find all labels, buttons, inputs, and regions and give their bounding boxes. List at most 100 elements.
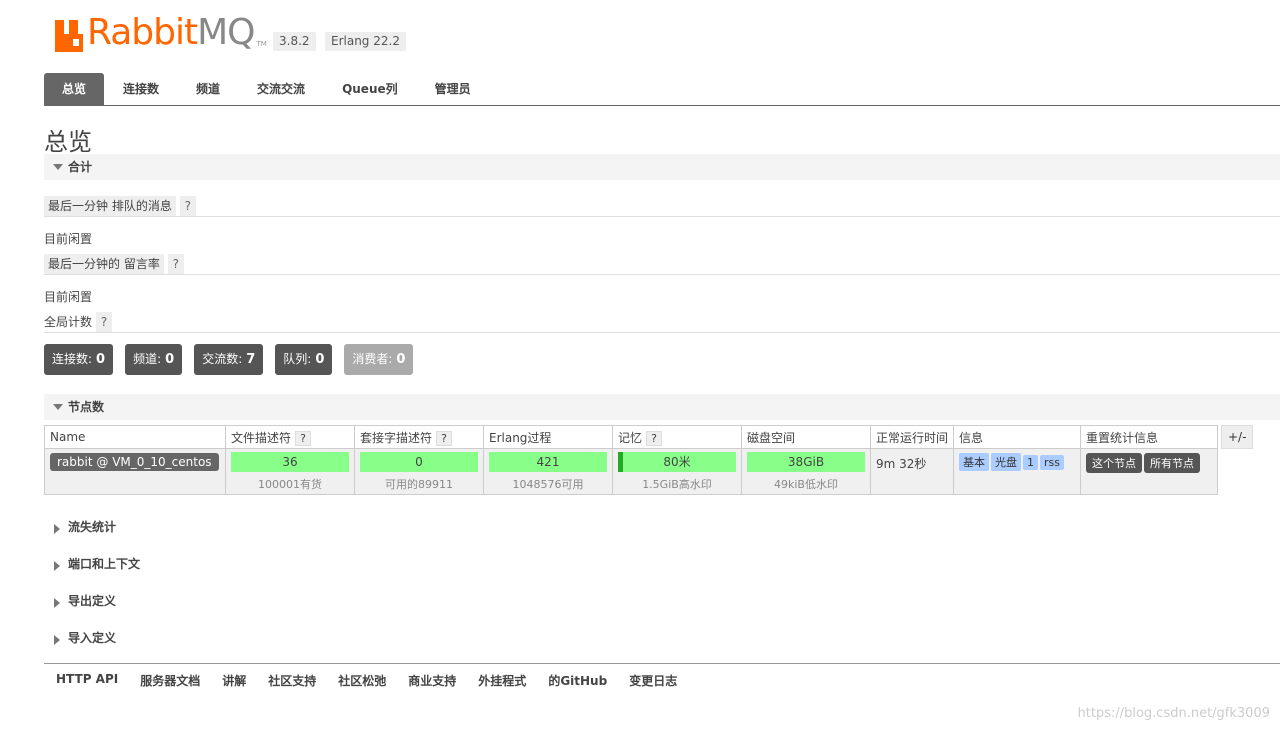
queued-idle-text: 目前闲置: [44, 232, 93, 246]
global-counts-header: 全局计数?: [44, 312, 1280, 333]
footer-link-commercial-support[interactable]: 商业支持: [408, 672, 456, 689]
message-rates-label: 最后一分钟的 留言率: [44, 254, 164, 274]
import-definitions-toggle[interactable]: 导入定义: [44, 628, 116, 648]
footer-link-server-docs[interactable]: 服务器文档: [140, 672, 200, 689]
col-erlang-processes: Erlang过程: [483, 425, 613, 449]
count-queues[interactable]: 队列: 0: [275, 344, 333, 375]
footer-link-plugins[interactable]: 外挂程式: [478, 672, 526, 689]
tab-admin[interactable]: 管理员: [417, 73, 489, 105]
erlang-bar: 421: [489, 452, 607, 472]
expand-triangle-icon: [54, 598, 60, 608]
footer-link-http-api[interactable]: HTTP API: [56, 672, 118, 689]
global-counts: 连接数: 0 频道: 0 交流数: 7 队列: 0 消费者: 0: [44, 344, 414, 375]
help-icon[interactable]: ?: [295, 430, 312, 446]
tab-overview[interactable]: 总览: [44, 73, 105, 105]
logo-text: RabbitMQ: [87, 12, 256, 53]
memory-watermark: 1.5GiB高水印: [642, 478, 712, 491]
memory-usage-marker: [618, 452, 623, 472]
sockets-bar: 0: [360, 452, 478, 472]
version-badge: 3.8.2: [273, 32, 316, 51]
footer-link-community-slack[interactable]: 社区松弛: [338, 672, 386, 689]
rates-idle-text: 目前闲置: [44, 290, 93, 304]
totals-section-title: 合计: [68, 160, 93, 174]
erlang-available: 1048576可用: [512, 478, 584, 491]
main-nav-tabs: 总览 连接数 频道 交流交流 Queue列 管理员: [44, 73, 1280, 106]
info-cell: 基本 光盘 1 rss: [953, 448, 1082, 495]
col-socket-descriptors: 套接字描述符?: [354, 425, 484, 449]
queued-messages-label: 最后一分钟 排队的消息: [44, 196, 176, 216]
rabbitmq-logo-icon: [55, 20, 83, 52]
help-icon[interactable]: ?: [646, 430, 663, 446]
nodes-section-title: 节点数: [68, 400, 105, 414]
tab-connections[interactable]: 连接数: [105, 73, 177, 105]
watermark-text: https://blog.csdn.net/gfk3009: [1077, 706, 1271, 721]
footer-link-tutorials[interactable]: 讲解: [222, 672, 246, 689]
footer-divider: [44, 663, 1280, 664]
collapse-triangle-icon: [53, 164, 63, 170]
col-name: Name: [44, 425, 226, 449]
sockets-cell: 0 可用的89911: [354, 448, 484, 495]
queued-messages-header: 最后一分钟 排队的消息?: [44, 196, 1280, 217]
memory-bar: 80米: [618, 452, 736, 472]
info-tag-disc[interactable]: 光盘: [991, 453, 1022, 471]
nodes-table: Name 文件描述符? 套接字描述符? Erlang过程 记忆? 磁盘空间 正常…: [44, 425, 1219, 495]
logo-trademark: TM: [256, 40, 267, 48]
uptime-value: 9m 32秒: [876, 457, 927, 471]
col-file-descriptors: 文件描述符?: [225, 425, 355, 449]
reset-this-node-button[interactable]: 这个节点: [1086, 453, 1143, 473]
count-channels[interactable]: 频道: 0: [125, 344, 183, 375]
ports-contexts-toggle[interactable]: 端口和上下文: [44, 554, 140, 574]
collapse-triangle-icon: [53, 404, 63, 410]
global-counts-label: 全局计数: [44, 315, 93, 329]
info-tag-rss[interactable]: rss: [1040, 455, 1064, 470]
memory-cell: 80米 1.5GiB高水印: [612, 448, 742, 495]
tab-channels[interactable]: 频道: [178, 73, 238, 105]
nodes-section-toggle[interactable]: 节点数: [44, 394, 1280, 420]
footer-link-github[interactable]: 的GitHub: [548, 672, 607, 689]
count-exchanges[interactable]: 交流数: 7: [194, 344, 264, 375]
help-icon[interactable]: ?: [167, 254, 184, 274]
footer-link-community-support[interactable]: 社区支持: [268, 672, 316, 689]
fd-available: 100001有货: [258, 478, 322, 491]
disk-bar: 38GiB: [747, 452, 865, 472]
footer-link-changelog[interactable]: 变更日志: [629, 672, 677, 689]
page-title: 总览: [44, 128, 92, 156]
tab-exchanges[interactable]: 交流交流: [239, 73, 323, 105]
help-icon[interactable]: ?: [436, 430, 453, 446]
help-icon[interactable]: ?: [179, 196, 196, 216]
count-consumers[interactable]: 消费者: 0: [344, 344, 414, 375]
reset-cell: 这个节点 所有节点: [1080, 448, 1219, 495]
info-tag-count[interactable]: 1: [1023, 455, 1039, 470]
rabbitmq-logo[interactable]: RabbitMQ TM: [55, 14, 267, 52]
col-info: 信息: [953, 425, 1082, 449]
columns-toggle-button[interactable]: +/-: [1221, 425, 1254, 449]
message-rates-header: 最后一分钟的 留言率?: [44, 254, 1280, 275]
help-icon[interactable]: ?: [96, 312, 113, 332]
col-memory: 记忆?: [612, 425, 742, 449]
tab-queues[interactable]: Queue列: [324, 73, 416, 105]
node-name-link[interactable]: rabbit @ VM_0_10_centos: [50, 453, 219, 471]
expand-triangle-icon: [54, 635, 60, 645]
expand-triangle-icon: [54, 524, 60, 534]
col-reset-stats: 重置统计信息: [1080, 425, 1219, 449]
node-name-cell: rabbit @ VM_0_10_centos: [44, 448, 226, 495]
erlang-version-badge: Erlang 22.2: [325, 32, 406, 51]
fd-cell: 36 100001有货: [225, 448, 355, 495]
churn-stats-toggle[interactable]: 流失统计: [44, 517, 116, 537]
footer-links: HTTP API 服务器文档 讲解 社区支持 社区松弛 商业支持 外挂程式 的G…: [56, 672, 677, 689]
info-tag-basic[interactable]: 基本: [959, 453, 990, 471]
reset-all-nodes-button[interactable]: 所有节点: [1144, 453, 1201, 473]
expand-triangle-icon: [54, 561, 60, 571]
totals-section-toggle[interactable]: 合计: [44, 154, 1280, 180]
col-uptime: 正常运行时间: [869, 425, 955, 449]
uptime-cell: 9m 32秒: [869, 448, 955, 495]
erlang-cell: 421 1048576可用: [483, 448, 613, 495]
table-row: rabbit @ VM_0_10_centos 36 100001有货 0 可用…: [44, 448, 1219, 495]
export-definitions-toggle[interactable]: 导出定义: [44, 591, 116, 611]
col-disk-space: 磁盘空间: [741, 425, 871, 449]
disk-watermark: 49kiB低水印: [774, 478, 838, 491]
count-connections[interactable]: 连接数: 0: [44, 344, 114, 375]
sockets-available: 可用的89911: [385, 478, 453, 491]
disk-cell: 38GiB 49kiB低水印: [741, 448, 871, 495]
fd-bar: 36: [231, 452, 349, 472]
